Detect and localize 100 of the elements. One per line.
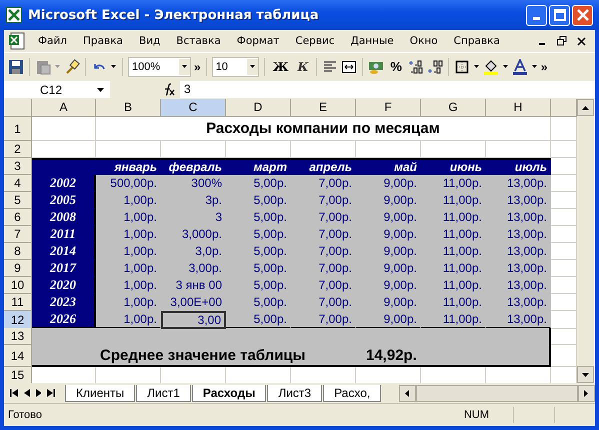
- decrease-decimal-icon[interactable]: [426, 58, 443, 74]
- table-cell[interactable]: 7,00р.: [291, 260, 356, 277]
- sheet-tab[interactable]: Лист1: [136, 384, 191, 402]
- clipboard-icon[interactable]: [35, 58, 51, 74]
- table-cell[interactable]: 9,00р.: [356, 175, 421, 192]
- column-header[interactable]: D: [226, 99, 291, 117]
- table-cell[interactable]: 11,00р.: [421, 243, 486, 260]
- table-cell[interactable]: 5,00р.: [226, 294, 291, 311]
- table-cell[interactable]: 1,00р.: [96, 243, 161, 260]
- row-header[interactable]: 12: [4, 311, 32, 329]
- zoom-dropdown[interactable]: 100%: [128, 56, 191, 76]
- merge-cells-icon[interactable]: [341, 58, 358, 74]
- row-header[interactable]: 3: [4, 158, 32, 175]
- select-all-button[interactable]: [4, 99, 32, 117]
- column-header[interactable]: E: [291, 99, 356, 117]
- menu-item[interactable]: Вставка: [168, 35, 229, 47]
- brush-icon[interactable]: [64, 58, 80, 74]
- table-cell[interactable]: 11,00р.: [421, 294, 486, 311]
- menu-item[interactable]: Правка: [75, 35, 131, 47]
- table-cell[interactable]: 13,00р.: [486, 277, 551, 294]
- table-cell[interactable]: 1,00р.: [96, 260, 161, 277]
- table-cell[interactable]: 5,00р.: [226, 192, 291, 209]
- sheet-tab[interactable]: Клиенты: [65, 384, 136, 402]
- table-cell[interactable]: 13,00р.: [486, 243, 551, 260]
- first-sheet-icon[interactable]: [10, 389, 18, 397]
- table-cell[interactable]: 9,00р.: [356, 260, 421, 277]
- table-cell[interactable]: 13,00р.: [486, 294, 551, 311]
- table-cell[interactable]: 3р.: [161, 192, 226, 209]
- column-header[interactable]: B: [96, 99, 161, 117]
- table-cell[interactable]: 7,00р.: [291, 175, 356, 192]
- percent-button[interactable]: %: [387, 59, 405, 74]
- table-cell[interactable]: 13,00р.: [486, 311, 551, 329]
- table-cell[interactable]: 1,00р.: [96, 209, 161, 226]
- font-color-icon[interactable]: [512, 58, 528, 74]
- borders-icon[interactable]: [454, 58, 470, 74]
- table-cell[interactable]: 3,0р.: [161, 243, 226, 260]
- scroll-up-button[interactable]: [577, 99, 594, 116]
- column-header[interactable]: H: [486, 99, 551, 117]
- table-cell[interactable]: 9,00р.: [356, 226, 421, 243]
- menu-item[interactable]: Справка: [446, 35, 508, 47]
- increase-decimal-icon[interactable]: [408, 58, 424, 74]
- table-cell[interactable]: 9,00р.: [356, 294, 421, 311]
- formula-field[interactable]: 3: [180, 81, 595, 98]
- save-icon[interactable]: [8, 58, 24, 74]
- row-header[interactable]: 8: [4, 243, 32, 260]
- table-cell[interactable]: 11,00р.: [421, 175, 486, 192]
- restore-icon[interactable]: [557, 36, 567, 46]
- row-header[interactable]: 1: [4, 117, 32, 141]
- row-header[interactable]: 5: [4, 192, 32, 209]
- table-cell[interactable]: 1,00р.: [96, 294, 161, 311]
- column-header[interactable]: F: [356, 99, 421, 117]
- italic-button[interactable]: К: [294, 60, 312, 74]
- table-cell[interactable]: 5,00р.: [226, 260, 291, 277]
- table-cell[interactable]: 13,00р.: [486, 260, 551, 277]
- sheet-tab[interactable]: Лист3: [267, 384, 322, 402]
- row-header[interactable]: 6: [4, 209, 32, 226]
- table-cell[interactable]: 5,00р.: [226, 311, 291, 329]
- table-cell[interactable]: 5,00р.: [226, 226, 291, 243]
- next-sheet-icon[interactable]: [36, 389, 42, 397]
- row-header[interactable]: 9: [4, 260, 32, 277]
- menu-item[interactable]: Окно: [402, 35, 446, 47]
- row-header[interactable]: 4: [4, 175, 32, 192]
- sheet-tab[interactable]: Расходы: [192, 384, 266, 402]
- table-cell[interactable]: 7,00р.: [291, 243, 356, 260]
- table-cell[interactable]: 5,00р.: [226, 277, 291, 294]
- close-icon[interactable]: [577, 36, 586, 46]
- row-header[interactable]: 11: [4, 294, 32, 311]
- toolbar-overflow[interactable]: »: [540, 60, 548, 74]
- minimize-button[interactable]: [526, 4, 547, 26]
- row-header[interactable]: 15: [4, 367, 32, 383]
- table-cell[interactable]: 7,00р.: [291, 277, 356, 294]
- table-cell[interactable]: 5,00р.: [226, 243, 291, 260]
- table-cell[interactable]: 5,00р.: [226, 209, 291, 226]
- menu-item[interactable]: Файл: [30, 35, 76, 47]
- caret-icon[interactable]: [532, 65, 537, 68]
- table-cell[interactable]: 13,00р.: [486, 209, 551, 226]
- toolbar-overflow[interactable]: »: [194, 60, 201, 74]
- row-header[interactable]: 7: [4, 226, 32, 243]
- caret-icon[interactable]: [111, 65, 116, 68]
- table-cell[interactable]: 3 янв 00: [161, 277, 226, 294]
- table-cell[interactable]: 11,00р.: [421, 311, 486, 329]
- close-button[interactable]: [572, 4, 593, 26]
- table-cell[interactable]: 7,00р.: [291, 311, 356, 329]
- scroll-left-button[interactable]: [398, 384, 416, 402]
- table-cell[interactable]: 13,00р.: [486, 192, 551, 209]
- table-cell[interactable]: 13,00р.: [486, 175, 551, 192]
- table-cell[interactable]: 9,00р.: [356, 192, 421, 209]
- scroll-down-button[interactable]: [577, 366, 594, 383]
- caret-icon[interactable]: [474, 65, 479, 68]
- table-cell[interactable]: 300%: [161, 175, 226, 192]
- row-header[interactable]: 2: [4, 141, 32, 158]
- previous-sheet-icon[interactable]: [24, 389, 30, 397]
- table-cell[interactable]: 500,00р.: [96, 175, 161, 192]
- column-header[interactable]: G: [421, 99, 486, 117]
- row-header[interactable]: 13: [4, 328, 32, 345]
- table-cell[interactable]: 13,00р.: [486, 226, 551, 243]
- menu-item[interactable]: Формат: [228, 35, 288, 47]
- menu-item[interactable]: Данные: [342, 35, 402, 47]
- fill-bucket-icon[interactable]: [482, 58, 499, 74]
- table-cell[interactable]: 11,00р.: [421, 192, 486, 209]
